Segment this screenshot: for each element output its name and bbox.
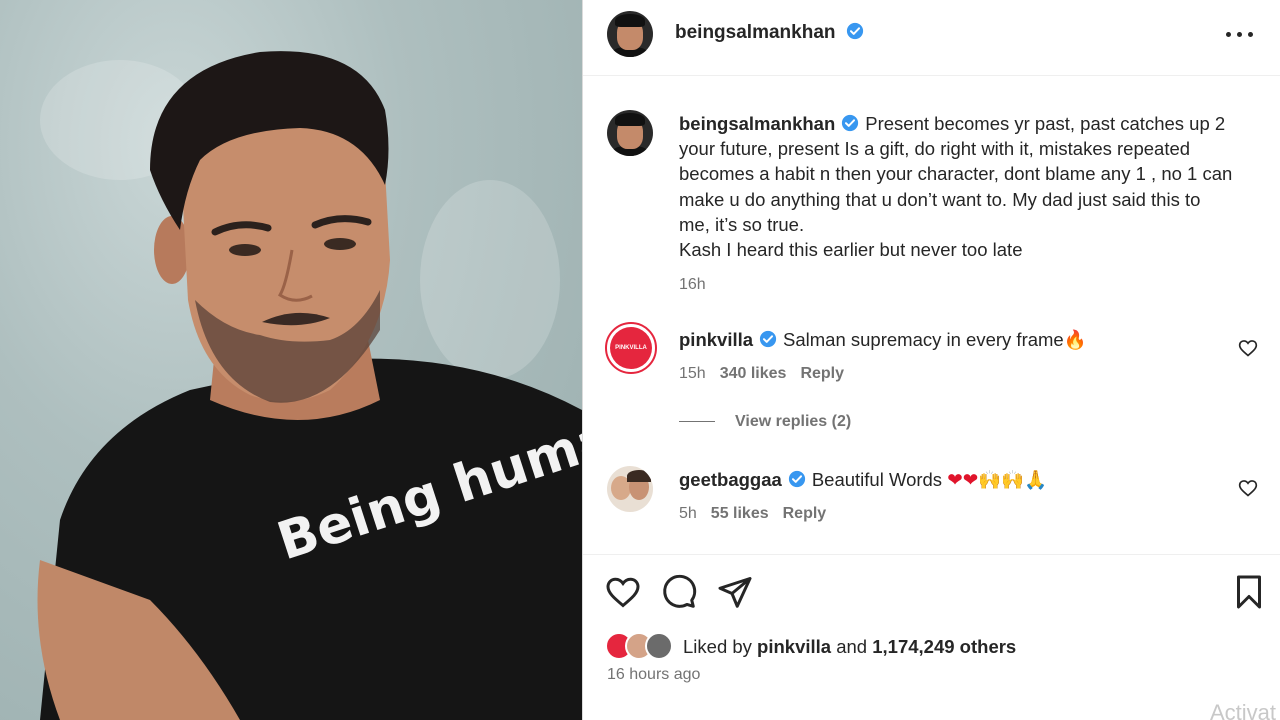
reply-button[interactable]: Reply (800, 365, 844, 382)
caption-line: me, it’s so true. (679, 213, 805, 235)
verified-icon (759, 330, 777, 348)
comment-text: Beautiful Words (811, 469, 943, 490)
verified-icon (842, 114, 859, 132)
liker-avatar (645, 632, 673, 660)
actions-divider (583, 554, 1280, 555)
author-username[interactable]: beingsalmankhan (675, 22, 836, 43)
more-options-icon[interactable] (1223, 22, 1257, 46)
heart-icon[interactable] (1238, 338, 1258, 358)
comment-icon[interactable] (661, 574, 697, 610)
caption-line: becomes a habit n then your character, d… (679, 163, 1233, 185)
view-replies-label: View replies (2) (735, 413, 852, 430)
post-photo[interactable]: Being human (0, 0, 582, 720)
like-heart-icon[interactable] (605, 574, 641, 610)
post-panel: beingsalmankhan beingsalmankhan Present b… (582, 0, 1280, 720)
fire-emoji: 🔥 (1063, 330, 1087, 351)
liked-by-prefix: Liked by (683, 636, 752, 657)
liked-by-avatars (605, 632, 677, 660)
caption-text: Present becomes yr past, past catches up… (865, 113, 1226, 134)
emoji-string: ❤❤🙌🙌🙏 (947, 470, 1048, 491)
verified-icon (788, 470, 805, 488)
comment-geetbaggaa: geetbaggaa Beautiful Words ❤❤🙌🙌🙏 (679, 469, 1239, 491)
caption-line: make u do anything that u don’t want to.… (679, 188, 1201, 210)
geetbaggaa-avatar[interactable] (607, 466, 653, 512)
share-icon[interactable] (717, 574, 753, 610)
author-name-row: beingsalmankhan (675, 22, 864, 44)
caption-line: Kash I heard this earlier but never too … (679, 239, 1023, 261)
post-timestamp: 16 hours ago (607, 666, 701, 683)
comment-age: 5h (679, 505, 697, 522)
save-icon[interactable] (1231, 574, 1267, 610)
liked-by-and: and (836, 636, 868, 657)
comment-likes[interactable]: 340 likes (720, 365, 787, 382)
portrait-illustration: Being human (37, 51, 582, 720)
liked-by: Liked by pinkvilla and 1,174,249 others (683, 636, 1016, 658)
post-caption: beingsalmankhan Present becomes yr past, … (679, 111, 1265, 297)
comment-username[interactable]: pinkvilla (679, 329, 753, 350)
verified-icon (846, 22, 864, 40)
comment-pinkvilla: pinkvilla Salman supremacy in every frame… (679, 329, 1239, 351)
comment-meta: 15h 340 likes Reply (679, 365, 844, 383)
caption-author-avatar[interactable] (607, 110, 653, 156)
caption-line: beingsalmankhan Present becomes yr past, … (679, 111, 1265, 136)
author-avatar[interactable] (607, 11, 653, 57)
likes-count[interactable]: 1,174,249 others (872, 636, 1016, 657)
activation-watermark: Activat (1209, 700, 1276, 720)
comment-username[interactable]: geetbaggaa (679, 469, 782, 490)
replies-dash (679, 421, 715, 423)
pinkvilla-avatar[interactable]: PINKVILLA (605, 322, 657, 374)
comment-likes[interactable]: 55 likes (711, 505, 769, 522)
liked-by-user[interactable]: pinkvilla (757, 636, 831, 657)
caption-username[interactable]: beingsalmankhan (679, 113, 835, 134)
caption-line: your future, present Is a gift, do right… (679, 138, 1191, 160)
view-replies-button[interactable]: View replies (2) (679, 413, 851, 431)
reply-button[interactable]: Reply (783, 505, 827, 522)
comment-text: Salman supremacy in every frame (783, 329, 1064, 350)
comment-meta: 5h 55 likes Reply (679, 505, 826, 523)
heart-icon[interactable] (1238, 478, 1258, 498)
post-header: beingsalmankhan (583, 0, 1280, 76)
pinkvilla-logo-text: PINKVILLA (610, 327, 652, 369)
comment-age: 15h (679, 365, 706, 382)
caption-age: 16h (679, 276, 706, 294)
